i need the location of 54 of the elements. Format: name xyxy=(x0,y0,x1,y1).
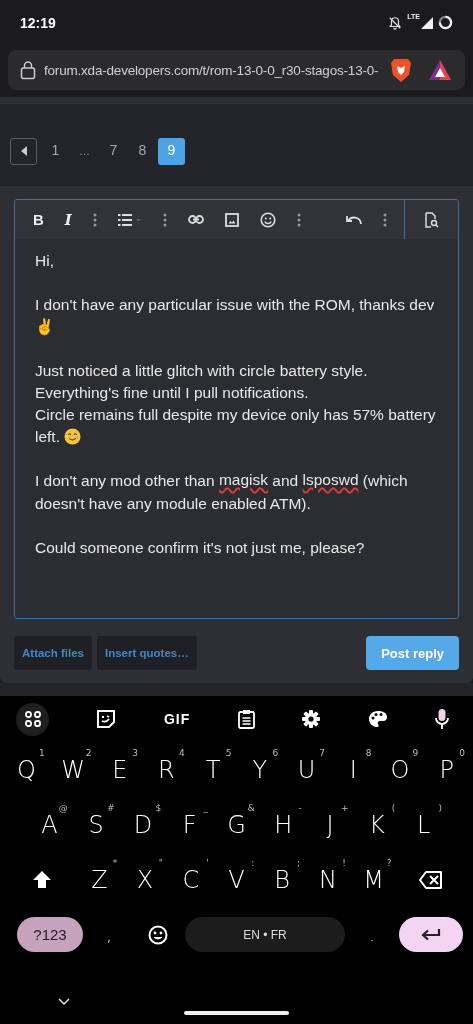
message-paragraph: Just noticed a little glitch with circle battery style. Everything's fine until I pull notifications. Circle remains full despite my device only has 57% battery left. xyxy=(35,361,437,447)
palette-icon[interactable] xyxy=(367,710,388,728)
message-paragraph: I don't have any particular issue with the ROM, thanks dev ✌ xyxy=(35,295,436,338)
previous-page-button[interactable] xyxy=(10,137,37,165)
apps-button[interactable] xyxy=(16,702,49,736)
caret-left-icon xyxy=(20,146,27,156)
message-paragraph: Could someone confirm it's not just me, please? xyxy=(35,538,366,558)
grid-icon xyxy=(24,711,41,727)
battery-ring-icon xyxy=(438,15,453,30)
clipboard-icon[interactable] xyxy=(237,709,255,729)
more-icon[interactable] xyxy=(383,212,387,227)
smiley-icon xyxy=(148,924,168,945)
space-bar[interactable]: EN • FR xyxy=(185,917,345,952)
bold-button[interactable]: B xyxy=(33,211,44,228)
insert-quotes-button[interactable]: Insert quotes… xyxy=(97,636,197,670)
italic-button[interactable]: I xyxy=(64,210,72,229)
attach-files-button[interactable]: Attach files xyxy=(14,636,92,670)
message-paragraph: Hi, xyxy=(35,251,55,271)
smiley-icon[interactable] xyxy=(259,211,276,228)
page-link[interactable]: 7 xyxy=(100,138,127,165)
more-icon[interactable] xyxy=(296,212,301,227)
enter-key[interactable] xyxy=(399,917,463,952)
url-text: forum.xda-developers.com/t/rom-13-0-0_r30-stagos-13-0- xyxy=(44,62,379,78)
link-icon[interactable] xyxy=(187,215,204,224)
sticker-icon[interactable] xyxy=(96,709,117,729)
microphone-icon[interactable] xyxy=(434,708,449,730)
lion-shield-icon[interactable] xyxy=(390,57,413,83)
lock-icon xyxy=(20,60,36,80)
page-link[interactable]: 8 xyxy=(129,138,156,165)
page-link[interactable]: 1 xyxy=(42,138,69,165)
gif-button[interactable]: GIF xyxy=(163,711,191,727)
more-icon[interactable] xyxy=(162,212,167,227)
signal-icon xyxy=(421,16,433,29)
return-arrow-icon xyxy=(421,928,441,941)
page-ellipsis: … xyxy=(78,145,91,157)
bell-off-icon xyxy=(388,15,403,30)
settings-icon[interactable] xyxy=(302,710,321,728)
triangle-logo-icon[interactable] xyxy=(428,59,453,81)
document-search-icon xyxy=(424,211,439,228)
symbols-key[interactable]: ?123 xyxy=(17,917,83,952)
undo-icon[interactable] xyxy=(346,214,362,225)
address-bar[interactable]: forum.xda-developers.com/t/rom-13-0-0_r30-stagos-13-0- xyxy=(8,50,465,90)
backspace-icon xyxy=(418,870,443,889)
comma-key[interactable]: , xyxy=(87,910,131,959)
shift-arrow-icon xyxy=(32,869,53,890)
smiling-tear-emoji-icon xyxy=(64,428,82,445)
list-icon[interactable] xyxy=(117,213,142,226)
more-icon[interactable] xyxy=(92,212,97,227)
message-paragraph: I don't any mod other than magisk and lsposwd (which doesn't have any module enabled ATM). xyxy=(35,470,409,514)
status-time: 12:19 xyxy=(20,14,56,31)
period-key[interactable]: . xyxy=(349,910,395,959)
chevron-down-icon[interactable] xyxy=(58,998,70,1005)
image-icon[interactable] xyxy=(224,212,239,227)
reply-editor[interactable] xyxy=(14,199,459,619)
